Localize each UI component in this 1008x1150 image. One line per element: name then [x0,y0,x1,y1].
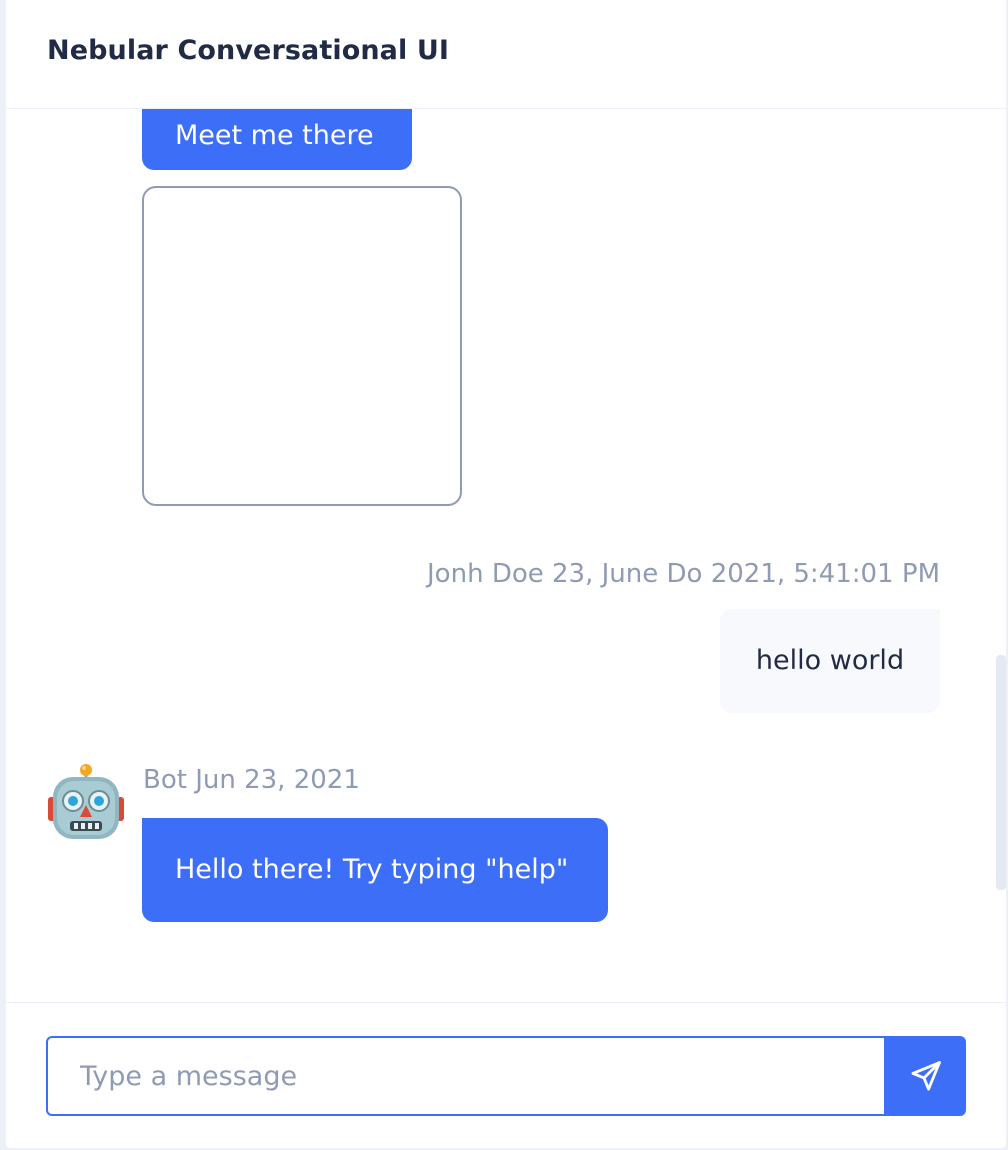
message-list[interactable]: Meet me there Jonh Doe 23, June Do 2021,… [6,109,1006,1002]
message-bubble-bot: Meet me there [142,109,412,170]
chat-header: Nebular Conversational UI [6,0,1006,109]
chat-card: Nebular Conversational UI Meet me there … [6,0,1006,1148]
robot-icon [48,763,124,843]
message-sender-date: Jonh Doe 23, June Do 2021, 5:41:01 PM [427,559,940,589]
message-composer [6,1002,1006,1148]
message-sender-date: Bot Jun 23, 2021 [143,765,360,795]
scrollbar-thumb[interactable] [996,655,1006,890]
message-input[interactable] [46,1036,886,1116]
send-icon [911,1061,941,1091]
send-button[interactable] [885,1036,966,1116]
map-message[interactable] [142,186,462,506]
message-bubble-user: hello world [720,609,940,713]
scrollbar[interactable] [996,109,1006,1002]
chat-title: Nebular Conversational UI [47,35,450,66]
message-bubble-bot: Hello there! Try typing "help" [142,818,608,922]
